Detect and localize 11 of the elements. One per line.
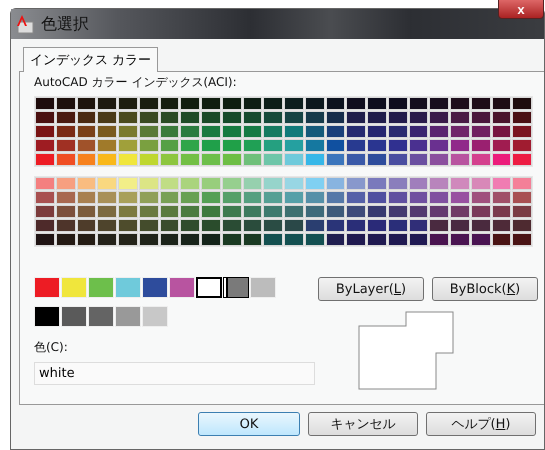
close-button[interactable]: x <box>498 0 544 19</box>
by-color-button[interactable]: ByBlock(K) <box>432 277 538 301</box>
color-input[interactable]: white <box>34 362 315 385</box>
palette-label: AutoCAD カラー インデックス(ACI): <box>34 74 238 91</box>
color-field-label: 色(C): <box>34 339 69 356</box>
window-title: 色選択 <box>41 14 90 34</box>
tab[interactable]: インデックス カラー <box>23 47 158 72</box>
dialog-button[interactable]: ヘルプ(H) <box>426 412 536 436</box>
dialog-button[interactable]: OK <box>198 412 300 436</box>
dialog-button[interactable]: キャンセル <box>308 412 418 436</box>
by-color-button[interactable]: ByLayer(L) <box>318 277 424 301</box>
